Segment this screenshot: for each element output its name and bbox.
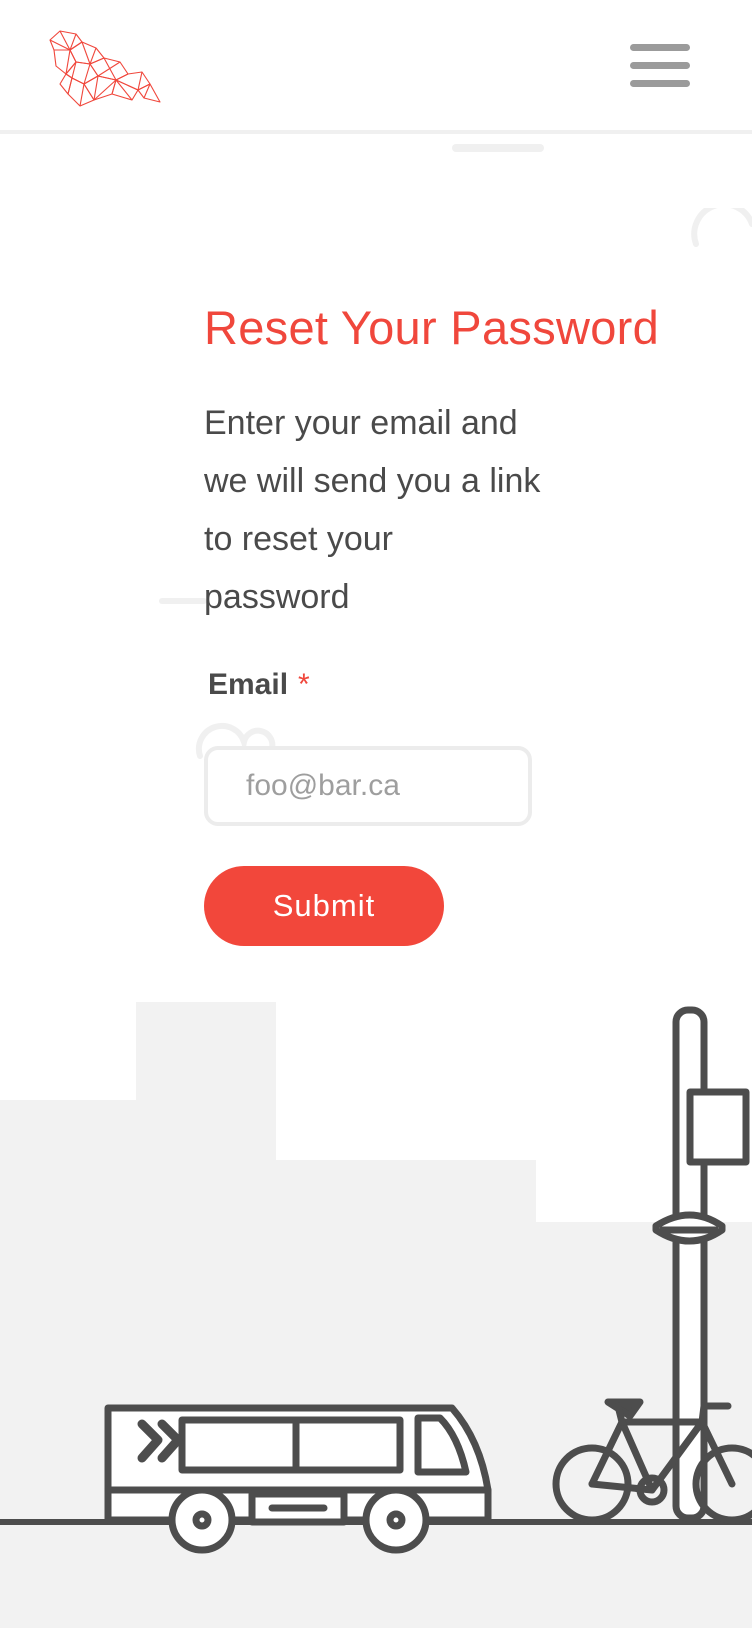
menu-bar-top [630, 44, 690, 51]
page-title: Reset Your Password [204, 301, 660, 354]
reset-password-page: Reset Your Password Enter your email and… [0, 0, 752, 1628]
menu-bar-middle [630, 62, 690, 69]
decorative-arc [691, 208, 752, 247]
email-label-text: Email [208, 668, 289, 701]
top-navbar [0, 0, 752, 134]
header-decoration [452, 144, 544, 152]
instructions-text: Enter your email and we will send you a … [204, 404, 541, 616]
required-marker: * [298, 668, 310, 701]
seal-logo-icon[interactable] [46, 28, 162, 112]
submit-button[interactable]: Submit [204, 866, 444, 946]
city-illustration [0, 1002, 752, 1628]
decorative-dash [159, 598, 207, 604]
hamburger-menu-icon[interactable] [628, 40, 692, 96]
menu-bar-bottom [630, 80, 690, 87]
email-input[interactable] [204, 746, 532, 826]
email-label: Email * [208, 668, 310, 702]
